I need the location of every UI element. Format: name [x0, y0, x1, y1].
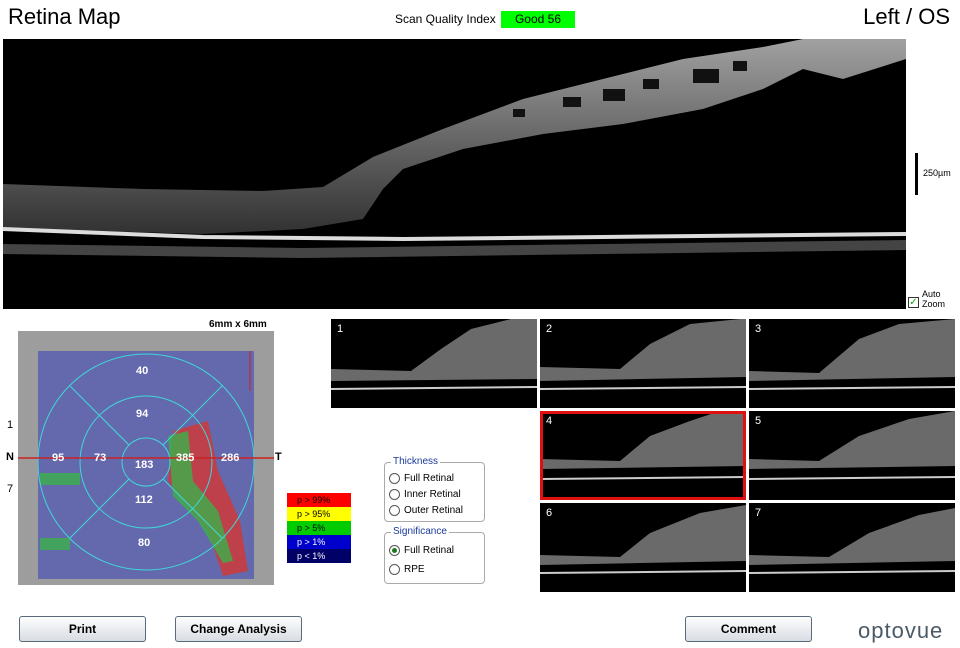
sector-inferior-outer: 80: [138, 537, 151, 549]
radio-icon: [389, 564, 400, 575]
significance-group: Significance Full Retinal RPE: [384, 526, 485, 584]
thumbnail-7[interactable]: 7: [749, 503, 955, 592]
thumbnail-3[interactable]: 3: [749, 319, 955, 408]
radio-thickness-outer-retinal[interactable]: Outer Retinal: [389, 505, 463, 516]
sector-nasal-outer: 95: [52, 452, 65, 464]
print-button[interactable]: Print: [19, 616, 146, 642]
optovue-logo: optovue: [858, 618, 944, 643]
page-title: Retina Map: [8, 4, 121, 29]
scale-bar: [915, 153, 918, 195]
sector-temporal-inner: 385: [176, 452, 195, 464]
map-size-label: 6mm x 6mm: [209, 319, 267, 330]
sector-nasal-inner: 73: [94, 452, 107, 464]
auto-zoom-checkbox[interactable]: ✓: [908, 297, 919, 308]
radio-icon: [389, 505, 400, 516]
significance-group-title: Significance: [391, 526, 449, 537]
thumbnail-1[interactable]: 1: [331, 319, 537, 408]
thumbnail-2[interactable]: 2: [540, 319, 746, 408]
thickness-group-title: Thickness: [391, 456, 441, 467]
axis-nasal-label: N: [6, 451, 14, 463]
tick-label-bottom: 7: [7, 483, 14, 495]
comment-button[interactable]: Comment: [685, 616, 812, 642]
scan-quality-badge: Good 56: [501, 11, 575, 28]
radio-significance-full-retinal[interactable]: Full Retinal: [389, 545, 454, 556]
radio-icon: [389, 473, 400, 484]
thumbnail-4[interactable]: 4: [540, 411, 746, 500]
auto-zoom-label: Auto Zoom: [922, 289, 946, 309]
eye-label: Left / OS: [863, 4, 950, 29]
sector-central: 183: [135, 459, 154, 471]
radio-thickness-full-retinal[interactable]: Full Retinal: [389, 473, 454, 484]
sector-inferior-inner: 112: [135, 494, 153, 506]
sector-superior-inner: 94: [136, 408, 149, 420]
scan-quality-label: Scan Quality Index: [395, 12, 496, 26]
thumbnail-6[interactable]: 6: [540, 503, 746, 592]
thickness-group: Thickness Full Retinal Inner Retinal Out…: [384, 456, 485, 522]
change-analysis-button[interactable]: Change Analysis: [175, 616, 302, 642]
axis-temporal-label: T: [275, 451, 282, 463]
sector-superior-outer: 40: [136, 365, 149, 377]
radio-significance-rpe[interactable]: RPE: [389, 564, 425, 575]
radio-thickness-inner-retinal[interactable]: Inner Retinal: [389, 489, 461, 500]
scale-label: 250µm: [923, 168, 951, 178]
tick-label-top: 1: [7, 419, 14, 431]
thickness-map[interactable]: 40 94 95 73 183 385 286 112 80: [18, 331, 274, 585]
oct-bscan-image[interactable]: [3, 39, 906, 309]
radio-icon-selected: [389, 545, 400, 556]
thumbnail-5[interactable]: 5: [749, 411, 955, 500]
radio-icon: [389, 489, 400, 500]
sector-temporal-outer: 286: [221, 452, 240, 464]
